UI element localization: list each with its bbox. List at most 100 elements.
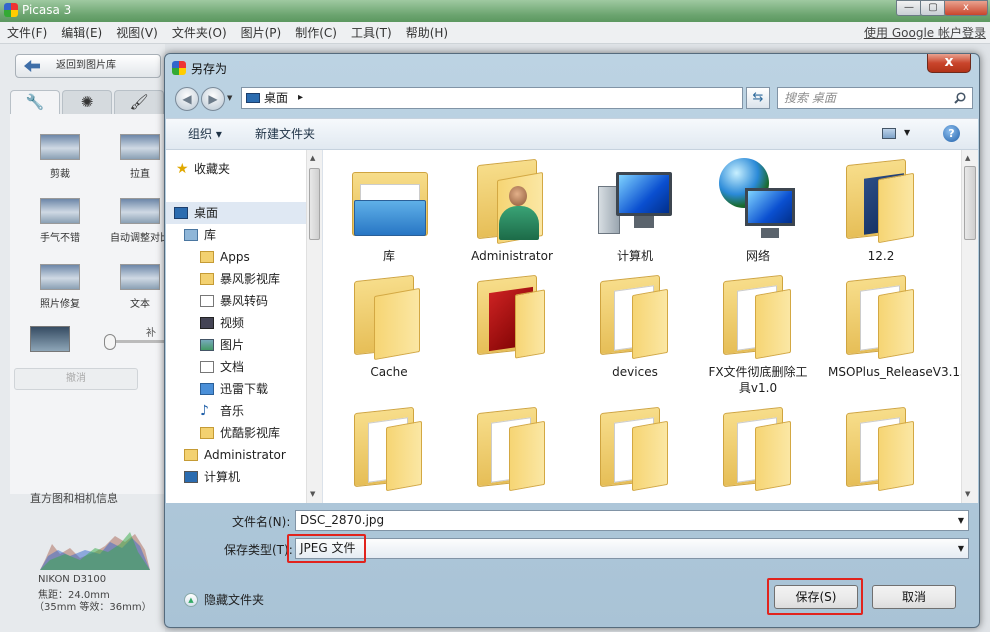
- file-label: 库: [382, 249, 395, 263]
- nav-item-computer[interactable]: 计算机: [166, 466, 306, 488]
- filetype-dropdown-icon[interactable]: ▼: [958, 539, 964, 558]
- folder-icon: [346, 404, 432, 492]
- scroll-thumb[interactable]: [309, 168, 320, 240]
- desktop-icon: [246, 93, 260, 103]
- undo-button[interactable]: 撤消: [14, 368, 138, 390]
- menu-view[interactable]: 视图(V): [109, 22, 165, 44]
- file-item-network[interactable]: 网络: [705, 156, 811, 272]
- search-input[interactable]: 搜索 桌面: [777, 87, 973, 109]
- app-close-icon[interactable]: x: [944, 0, 988, 16]
- maximize-icon[interactable]: ▢: [920, 0, 946, 16]
- refresh-button[interactable]: ⇆: [746, 87, 770, 109]
- minimize-icon[interactable]: —: [896, 0, 922, 16]
- signin-link[interactable]: 使用 Google 帐户登录: [864, 22, 986, 44]
- nav-item-music[interactable]: ♪ 音乐: [166, 400, 306, 422]
- breadcrumb-separator[interactable]: ▸: [298, 88, 303, 108]
- filename-input[interactable]: DSC_2870.jpg ▼: [295, 510, 969, 531]
- save-as-dialog: 另存为 x ◀ ▶ ▼ 桌面 ▸ ▼ ⇆ 搜索 桌面 组织 ▾ 新建文件夹 ▼ …: [164, 53, 980, 628]
- libraries-folder-icon: [346, 156, 432, 242]
- tab-tuning[interactable]: ✺: [62, 90, 112, 114]
- menu-file[interactable]: 文件(F): [0, 22, 54, 44]
- file-item-administrator[interactable]: Administrator: [459, 156, 565, 272]
- forward-nav-button[interactable]: ▶: [201, 87, 225, 111]
- scroll-down-icon[interactable]: ▼: [310, 490, 315, 498]
- nav-item-label: 文档: [220, 360, 245, 374]
- file-item-cache[interactable]: Cache: [336, 272, 442, 388]
- file-item-folder[interactable]: [582, 404, 688, 520]
- hide-folders-toggle[interactable]: ▲ 隐藏文件夹: [184, 591, 264, 609]
- new-folder-button[interactable]: 新建文件夹: [255, 119, 315, 149]
- file-label: FX文件彻底删除工具v1.0: [708, 365, 808, 395]
- nav-item-desktop[interactable]: 桌面: [166, 202, 306, 224]
- file-item-computer[interactable]: 计算机: [582, 156, 688, 272]
- help-icon[interactable]: ?: [943, 125, 960, 142]
- back-to-library-button[interactable]: 返回到图片库: [15, 54, 161, 78]
- scroll-up-icon[interactable]: ▲: [310, 154, 315, 162]
- menu-folder[interactable]: 文件夹(O): [165, 22, 234, 44]
- menu-tools[interactable]: 工具(T): [344, 22, 399, 44]
- histogram-title: 直方图和相机信息: [30, 492, 118, 505]
- file-item-libraries[interactable]: 库: [336, 156, 442, 272]
- tool-text[interactable]: 文本: [110, 264, 170, 310]
- dialog-close-button[interactable]: x: [927, 54, 971, 73]
- view-mode-icon[interactable]: [882, 128, 896, 139]
- cancel-button[interactable]: 取消: [872, 585, 956, 609]
- scroll-thumb[interactable]: [964, 166, 976, 240]
- nav-item-baofeng-transcode[interactable]: 暴风转码: [166, 290, 306, 312]
- tool-crop[interactable]: 剪裁: [30, 134, 90, 180]
- scroll-up-icon[interactable]: ▲: [965, 154, 970, 162]
- tool-auto-contrast[interactable]: 自动调整对比: [110, 198, 170, 244]
- file-item-folder[interactable]: [336, 404, 442, 520]
- file-item-folder[interactable]: [705, 404, 811, 520]
- file-item-folder[interactable]: [828, 404, 934, 520]
- dialog-toolbar: 组织 ▾ 新建文件夹 ▼ ?: [166, 118, 978, 150]
- file-item-12-2[interactable]: 12.2: [828, 156, 934, 272]
- address-bar[interactable]: 桌面 ▸ ▼: [241, 87, 815, 109]
- file-item-devices[interactable]: devices: [582, 272, 688, 388]
- file-label: 网络: [745, 249, 770, 263]
- nav-item-administrator[interactable]: Administrator: [166, 444, 306, 466]
- nav-item-favorites[interactable]: ★ 收藏夹: [166, 158, 306, 180]
- tool-straighten[interactable]: 拉直: [110, 134, 170, 180]
- tool-retouch[interactable]: 照片修复: [30, 264, 90, 310]
- nav-item-label: 迅雷下载: [220, 382, 269, 396]
- file-item-fx-delete-tool[interactable]: FX文件彻底删除工具v1.0: [705, 272, 811, 395]
- tool-feeling-lucky[interactable]: 手气不错: [30, 198, 90, 244]
- nav-item-documents[interactable]: 文档: [166, 356, 306, 378]
- file-item-msoplus[interactable]: MSOPlus_ReleaseV3.13Y: [828, 272, 975, 388]
- menu-edit[interactable]: 编辑(E): [54, 22, 109, 44]
- nav-item-baofeng-library[interactable]: 暴风影视库: [166, 268, 306, 290]
- histogram-panel: 直方图和相机信息 NIKON D3100 焦距：24.0mm （35mm 等效：…: [30, 490, 165, 630]
- hide-folders-label: 隐藏文件夹: [204, 593, 265, 607]
- tab-effects[interactable]: 🖌: [114, 90, 164, 114]
- menu-picture[interactable]: 图片(P): [234, 22, 289, 44]
- menu-bar: 文件(F) 编辑(E) 视图(V) 文件夹(O) 图片(P) 制作(C) 工具(T) 帮助(H…: [0, 22, 990, 44]
- tool-label: 拉直: [130, 169, 150, 180]
- nav-item-videos[interactable]: 视频: [166, 312, 306, 334]
- user-folder-icon: [469, 156, 555, 245]
- video-icon: [200, 317, 214, 329]
- nav-scrollbar[interactable]: ▲ ▼: [306, 150, 322, 503]
- scroll-down-icon[interactable]: ▼: [965, 490, 970, 498]
- filetype-select[interactable]: JPEG 文件 ▼: [295, 538, 969, 559]
- nav-item-pictures[interactable]: 图片: [166, 334, 306, 356]
- view-dropdown-icon[interactable]: ▼: [904, 128, 910, 137]
- tab-basic-fixes[interactable]: 🔧: [10, 90, 60, 114]
- file-scrollbar[interactable]: ▲ ▼: [961, 150, 978, 503]
- menu-create[interactable]: 制作(C): [288, 22, 344, 44]
- file-item-folder[interactable]: [459, 404, 565, 520]
- file-item-unnamed-folder[interactable]: [459, 272, 565, 388]
- nav-item-youku-library[interactable]: 优酷影视库: [166, 422, 306, 444]
- back-nav-button[interactable]: ◀: [175, 87, 199, 111]
- nav-item-libraries[interactable]: 库: [166, 224, 306, 246]
- app-title: Picasa 3: [22, 3, 72, 17]
- recent-locations-dropdown[interactable]: ▼: [227, 94, 232, 102]
- fill-light-slider[interactable]: [104, 334, 116, 350]
- nav-item-apps[interactable]: Apps: [166, 246, 306, 268]
- organize-menu[interactable]: 组织 ▾: [188, 119, 222, 149]
- menu-help[interactable]: 帮助(H): [399, 22, 455, 44]
- nav-item-xunlei-downloads[interactable]: 迅雷下载: [166, 378, 306, 400]
- save-fields: 文件名(N): DSC_2870.jpg ▼ 保存类型(T): JPEG 文件 …: [166, 504, 978, 576]
- filename-dropdown-icon[interactable]: ▼: [958, 511, 964, 530]
- address-location[interactable]: 桌面: [264, 91, 288, 105]
